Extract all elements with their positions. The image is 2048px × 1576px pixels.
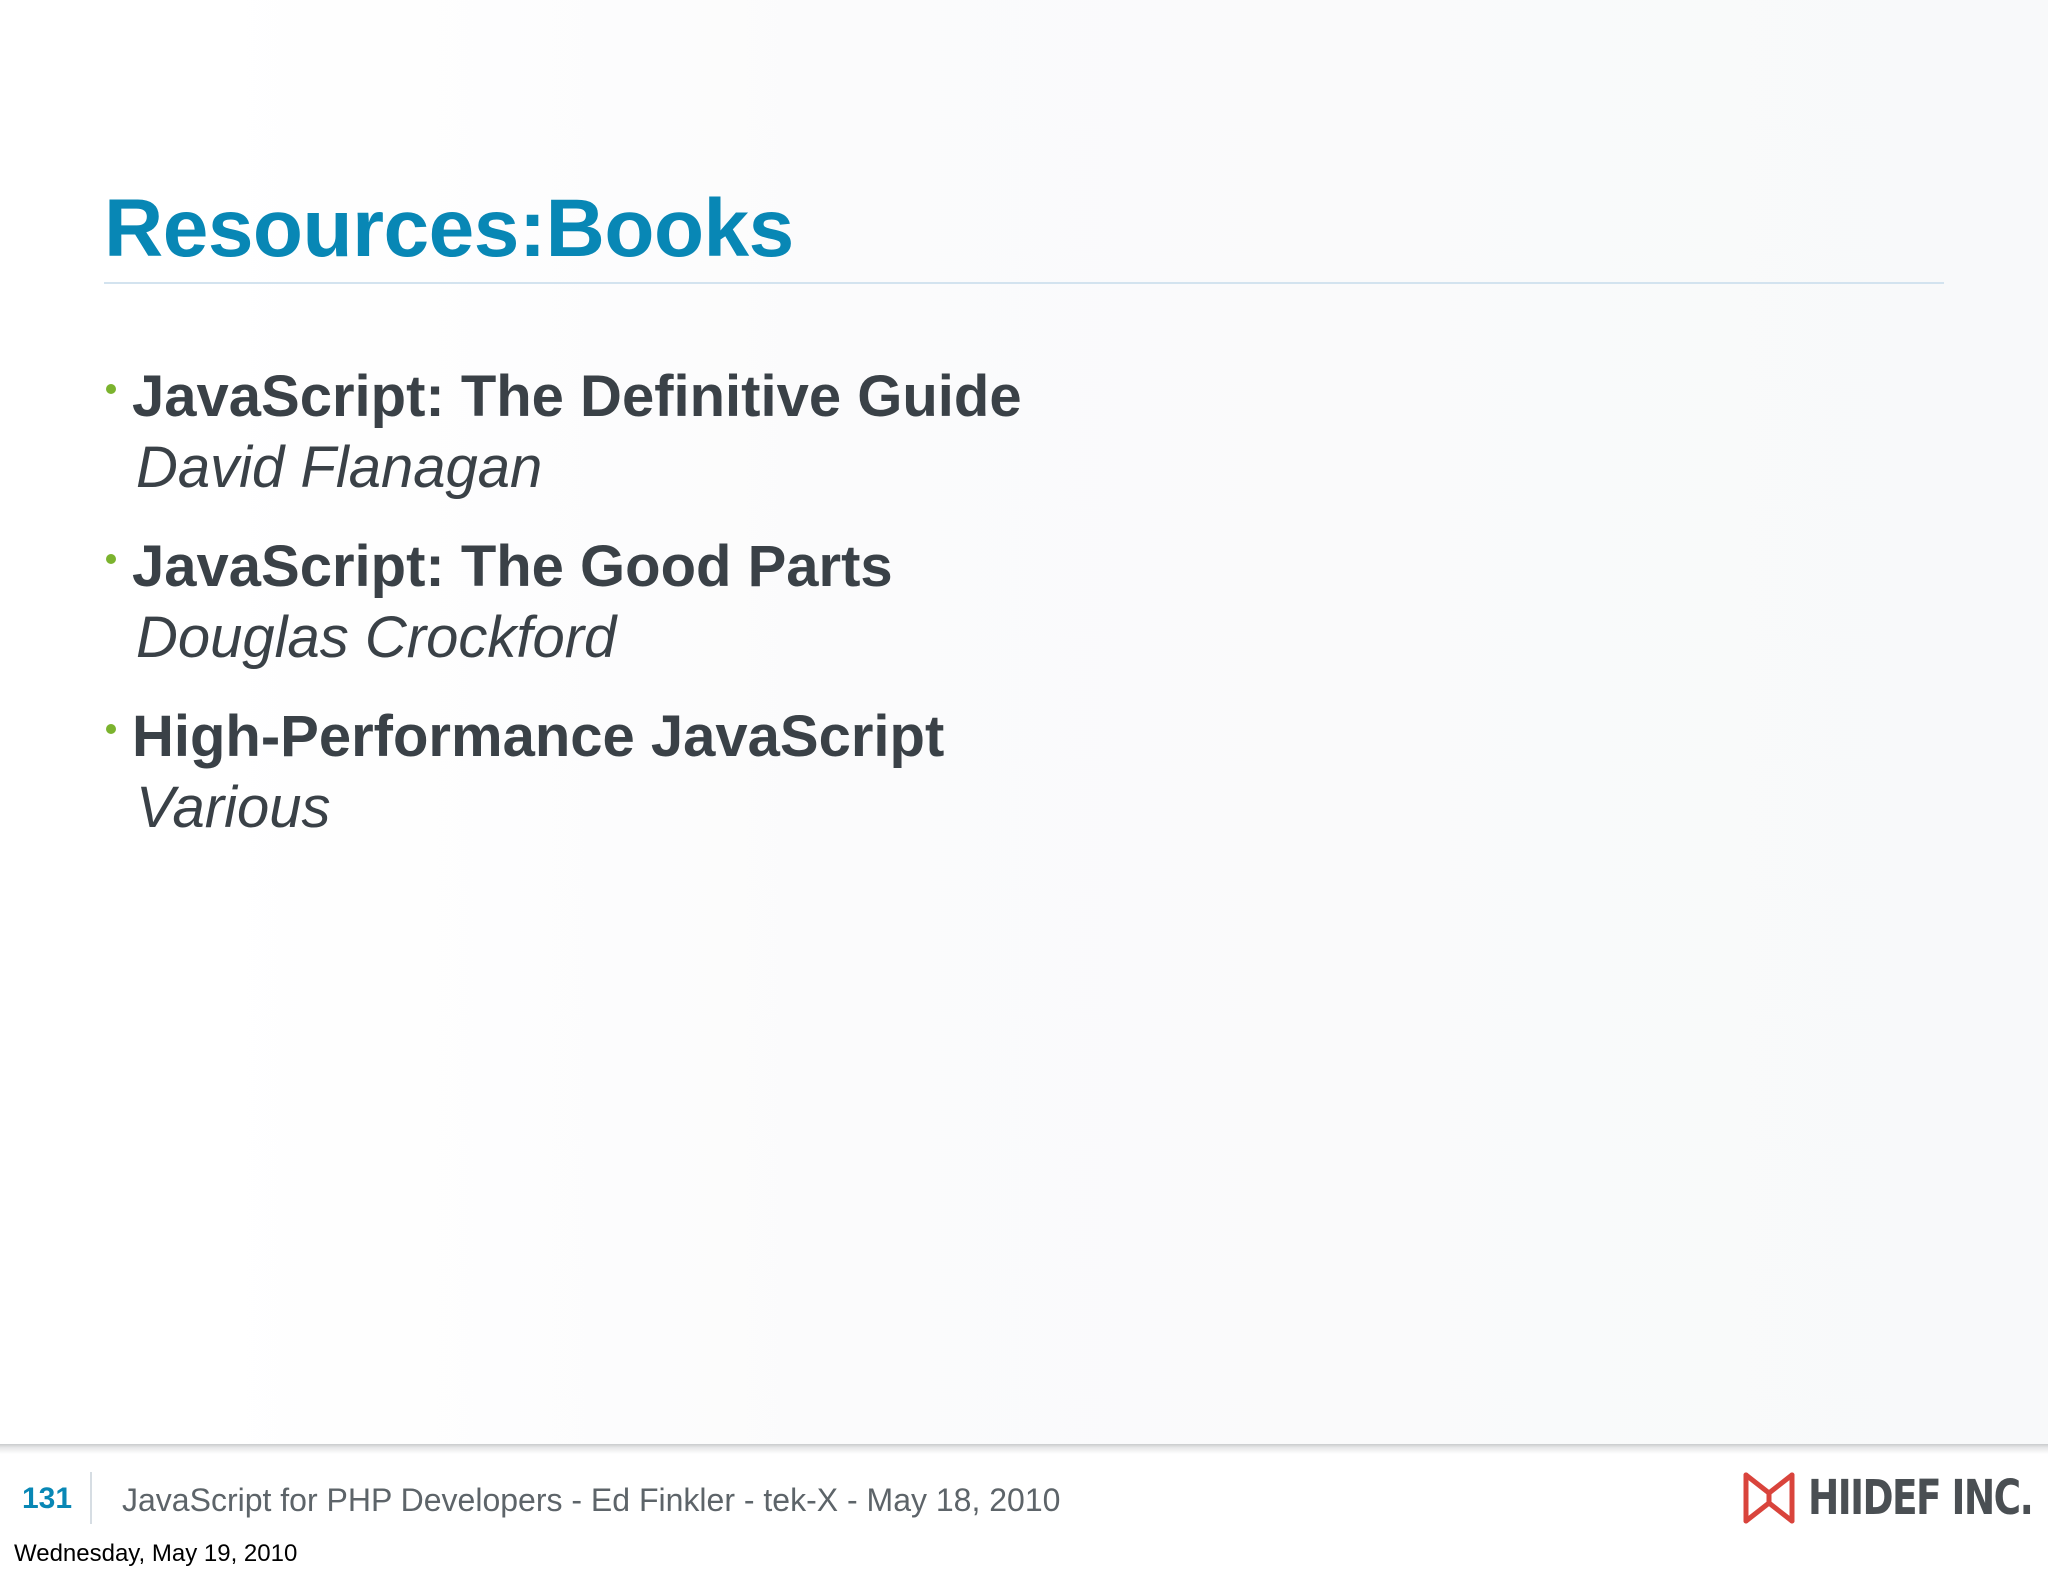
bullet-dot-icon (106, 554, 116, 564)
footer-shadow (0, 1444, 2048, 1454)
book-author: Douglas Crockford (136, 605, 617, 670)
bullet-dot-icon (106, 384, 116, 394)
book-list: JavaScript: The Definitive Guide David F… (104, 362, 1022, 872)
book-title: JavaScript: The Good Parts (132, 534, 893, 599)
book-item: JavaScript: The Definitive Guide David F… (104, 362, 1022, 504)
book-item: High-Performance JavaScript Various (104, 702, 1022, 844)
page-number: 131 (22, 1482, 73, 1515)
logo-text: HIIDEF INC. (1808, 1470, 2034, 1526)
book-author: David Flanagan (136, 435, 543, 500)
company-logo: HIIDEF INC. (1742, 1470, 2048, 1526)
book-title: High-Performance JavaScript (132, 704, 945, 769)
footer-divider (90, 1472, 92, 1524)
slide-title: Resources:Books (104, 183, 794, 274)
book-author: Various (136, 775, 331, 840)
bullet-dot-icon (106, 724, 116, 734)
footer-text: JavaScript for PHP Developers - Ed Finkl… (122, 1482, 1061, 1518)
slide-footer: 131 JavaScript for PHP Developers - Ed F… (0, 1444, 2048, 1576)
book-title: JavaScript: The Definitive Guide (132, 364, 1022, 429)
book-item: JavaScript: The Good Parts Douglas Crock… (104, 532, 1022, 674)
hiidef-logo-mark-icon (1743, 1472, 1795, 1524)
print-date: Wednesday, May 19, 2010 (14, 1540, 298, 1567)
title-divider (104, 282, 1944, 284)
